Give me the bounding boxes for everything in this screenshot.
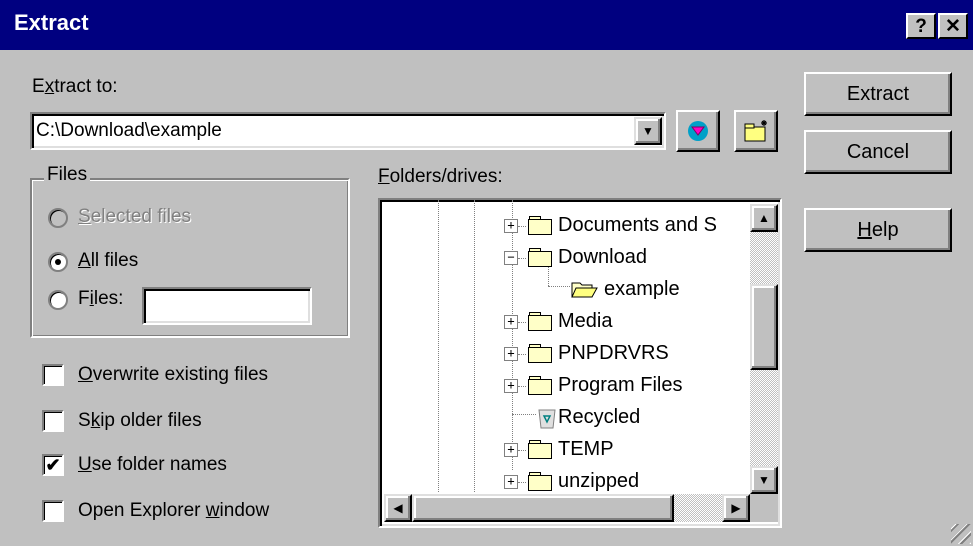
folders-drives-label: Folders/drives: xyxy=(378,166,503,187)
open-folder-icon xyxy=(571,282,598,298)
radio-files[interactable] xyxy=(48,290,68,310)
use-folder-names-label[interactable]: Use folder names xyxy=(78,454,227,476)
radio-all-files[interactable] xyxy=(48,252,68,272)
window-title: Extract xyxy=(14,10,89,35)
cancel-button-label: Cancel xyxy=(846,140,910,163)
tree-guide-line xyxy=(518,450,526,451)
tree-item-program-files[interactable]: + Program Files xyxy=(504,374,682,398)
tree-item-label: Download xyxy=(558,246,647,268)
open-explorer-label[interactable]: Open Explorer window xyxy=(78,500,269,522)
tree-item-label: Recycled xyxy=(558,406,641,428)
arrow-left-icon: ◀ xyxy=(393,501,403,515)
files-group-legend: Files xyxy=(44,164,91,186)
folder-icon xyxy=(528,216,552,235)
folder-icon xyxy=(528,248,552,267)
files-filter-input[interactable] xyxy=(142,287,312,325)
help-title-button[interactable]: ? xyxy=(906,13,936,39)
scroll-right-button[interactable]: ▶ xyxy=(722,494,750,522)
tree-item-label: example xyxy=(604,278,680,300)
resize-grip[interactable] xyxy=(951,524,971,544)
folder-icon xyxy=(528,344,552,363)
tree-item-unzipped[interactable]: + unzipped xyxy=(504,470,639,494)
horizontal-scrollbar[interactable]: ◀ ▶ xyxy=(384,494,750,522)
close-button[interactable]: ✕ xyxy=(938,13,968,39)
use-folder-names-checkbox[interactable]: ✔ xyxy=(42,454,64,476)
skip-older-checkbox[interactable] xyxy=(42,410,64,432)
arrow-down-icon xyxy=(688,121,708,141)
close-icon: ✕ xyxy=(945,15,961,37)
arrow-right-icon: ▶ xyxy=(731,501,741,515)
tree-item-label: PNPDRVRS xyxy=(558,342,669,364)
expand-icon[interactable]: + xyxy=(504,315,518,329)
tree-guide-line xyxy=(474,200,475,492)
extract-button-label: Extract xyxy=(846,82,910,105)
arrow-down-icon: ▼ xyxy=(758,473,770,487)
tree-guide-line xyxy=(438,200,439,492)
tree-guide-line xyxy=(518,482,526,483)
folder-icon xyxy=(528,376,552,395)
help-button-label: Help xyxy=(857,218,899,241)
files-label[interactable]: Files: xyxy=(78,288,123,310)
expand-icon[interactable]: + xyxy=(504,475,518,489)
skip-older-label[interactable]: Skip older files xyxy=(78,410,202,432)
expand-icon[interactable]: + xyxy=(504,379,518,393)
vertical-scrollbar[interactable]: ▲ ▼ xyxy=(750,204,778,494)
tree-item-download[interactable]: − Download xyxy=(504,246,647,270)
selected-files-label: Selected files xyxy=(78,206,192,227)
recycle-bin-icon xyxy=(538,409,556,429)
question-icon: ? xyxy=(915,15,927,37)
tree-item-label: Program Files xyxy=(558,374,683,396)
radio-selected-files xyxy=(48,208,68,228)
expand-icon[interactable]: + xyxy=(504,347,518,361)
extract-to-value: C:\Download\example xyxy=(36,120,222,141)
tree-item-pnpdrvrs[interactable]: + PNPDRVRS xyxy=(504,342,669,366)
folder-icon xyxy=(528,472,552,491)
tree-guide-line xyxy=(518,226,526,227)
tree-item-documents[interactable]: + Documents and S xyxy=(504,214,717,238)
tree-item-label: unzipped xyxy=(558,470,640,492)
scroll-left-button[interactable]: ◀ xyxy=(384,494,412,522)
new-folder-icon xyxy=(744,120,767,142)
dropdown-button[interactable]: ▼ xyxy=(634,117,662,145)
tree-item-temp[interactable]: + TEMP xyxy=(504,438,614,462)
scroll-corner xyxy=(750,494,778,522)
vertical-scroll-thumb[interactable] xyxy=(750,284,778,370)
scroll-up-button[interactable]: ▲ xyxy=(750,204,778,232)
extract-to-label: Extract to: xyxy=(32,76,118,97)
folder-icon xyxy=(528,312,552,331)
tree-guide-line xyxy=(512,414,536,415)
up-folder-button[interactable] xyxy=(676,110,720,152)
new-folder-button[interactable] xyxy=(734,110,778,152)
tree-guide-line xyxy=(518,386,526,387)
tree-item-label: Documents and S xyxy=(558,214,717,236)
folder-tree[interactable]: + Documents and S − Download example + M… xyxy=(378,198,782,528)
chevron-down-icon: ▼ xyxy=(642,124,654,138)
title-bar[interactable] xyxy=(0,0,973,50)
overwrite-checkbox[interactable] xyxy=(42,364,64,386)
arrow-up-icon: ▲ xyxy=(758,211,770,225)
scroll-down-button[interactable]: ▼ xyxy=(750,466,778,494)
all-files-label[interactable]: All files xyxy=(78,250,138,272)
tree-guide-line xyxy=(518,354,526,355)
expand-icon[interactable]: + xyxy=(504,219,518,233)
tree-item-label: Media xyxy=(558,310,613,332)
help-button[interactable]: Help xyxy=(804,208,952,252)
checkmark-icon: ✔ xyxy=(45,455,61,475)
tree-guide-line xyxy=(518,322,526,323)
tree-item-media[interactable]: + Media xyxy=(504,310,612,334)
cancel-button[interactable]: Cancel xyxy=(804,130,952,174)
tree-item-label: TEMP xyxy=(558,438,614,460)
extract-button[interactable]: Extract xyxy=(804,72,952,116)
overwrite-label[interactable]: Overwrite existing files xyxy=(78,364,268,386)
horizontal-scroll-thumb[interactable] xyxy=(412,494,674,522)
tree-guide-line xyxy=(548,286,570,287)
folder-icon xyxy=(528,440,552,459)
extract-to-combobox[interactable]: C:\Download\example ▼ xyxy=(30,112,666,150)
expand-icon[interactable]: + xyxy=(504,443,518,457)
open-explorer-checkbox[interactable] xyxy=(42,500,64,522)
tree-guide-line xyxy=(512,200,513,470)
collapse-icon[interactable]: − xyxy=(504,251,518,265)
tree-guide-line xyxy=(518,258,526,259)
